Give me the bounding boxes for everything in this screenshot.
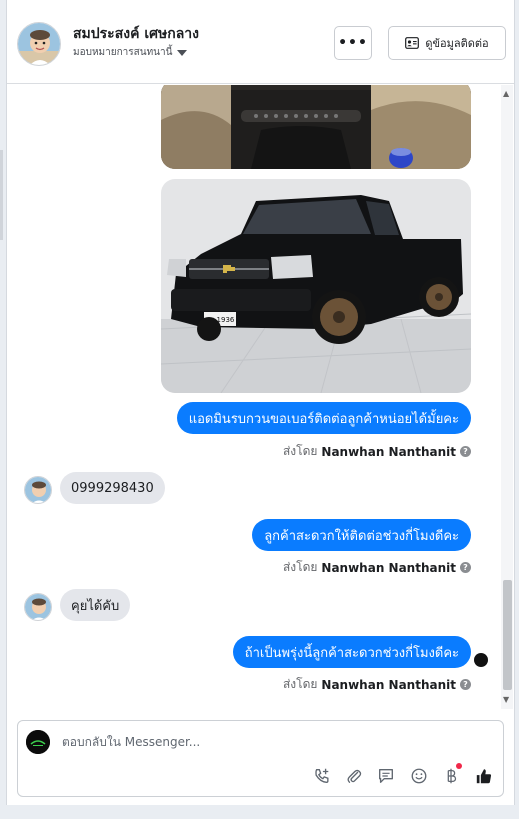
view-contact-info-button[interactable]: ดูข้อมูลติดต่อ: [388, 26, 506, 60]
incoming-message[interactable]: 0999298430: [60, 472, 165, 504]
thread-scrollbar[interactable]: ▲ ▼: [501, 85, 513, 709]
saved-reply-icon[interactable]: [375, 765, 397, 787]
view-contact-info-label: ดูข้อมูลติดต่อ: [425, 37, 489, 50]
scroll-up-arrow-icon[interactable]: ▲: [503, 89, 509, 98]
info-icon[interactable]: ?: [460, 446, 471, 457]
sent-by-prefix: ส่งโดย: [282, 444, 318, 458]
page-avatar: [26, 730, 50, 754]
baht-icon[interactable]: [440, 763, 462, 787]
contact-card-icon: [405, 37, 420, 49]
info-icon[interactable]: ?: [460, 679, 471, 690]
car-interior-photo[interactable]: [161, 85, 471, 169]
messenger-window: สมประสงค์ เศษกลาง มอบหมายการสนทนานี้ •••…: [0, 0, 519, 819]
sent-by-prefix: ส่งโดย: [282, 560, 318, 574]
outgoing-message[interactable]: แอดมินรบกวนขอเบอร์ติดต่อลูกค้าหน่อยได้มั…: [176, 402, 471, 434]
sent-by-prefix: ส่งโดย: [282, 677, 318, 691]
more-options-button[interactable]: •••: [334, 26, 372, 60]
contact-message-avatar[interactable]: [24, 593, 52, 621]
left-scroll-indicator: [0, 150, 3, 240]
scroll-down-arrow-icon[interactable]: ▼: [503, 695, 509, 704]
assign-label: มอบหมายการสนทนานี้: [73, 47, 173, 58]
outgoing-message[interactable]: ลูกค้าสะดวกให้ติดต่อช่วงกี่โมงดีคะ: [252, 519, 471, 551]
outgoing-message[interactable]: ถ้าเป็นพรุ่งนี้ลูกค้าสะดวกช่วงกี่โมงดีคะ: [232, 636, 471, 668]
conversation-header: สมประสงค์ เศษกลาง มอบหมายการสนทนานี้ •••…: [7, 0, 514, 84]
attachment-icon[interactable]: [343, 765, 365, 787]
emoji-icon[interactable]: [408, 765, 430, 787]
message-thread: ผพ 1936 แอดมินรบกวนขอเบอร์ติดต่อลูกค้าหน…: [7, 85, 502, 709]
scrollbar-thumb[interactable]: [503, 580, 512, 690]
sent-by-label: ส่งโดย Nanwhan Nanthanit ?: [283, 558, 471, 577]
like-icon[interactable]: [473, 765, 495, 787]
sender-name[interactable]: Nanwhan Nanthanit: [321, 445, 456, 459]
contact-avatar[interactable]: [17, 22, 61, 66]
contact-message-avatar[interactable]: [24, 476, 52, 504]
incoming-message[interactable]: คุยได้คับ: [60, 589, 131, 621]
sender-name[interactable]: Nanwhan Nanthanit: [321, 678, 456, 692]
sent-by-label: ส่งโดย Nanwhan Nanthanit ?: [283, 442, 471, 461]
info-icon[interactable]: ?: [460, 562, 471, 573]
sent-by-label: ส่งโดย Nanwhan Nanthanit ?: [283, 675, 471, 694]
phone-add-icon[interactable]: [311, 765, 333, 787]
contact-name[interactable]: สมประสงค์ เศษกลาง: [73, 23, 199, 45]
assign-conversation-dropdown[interactable]: มอบหมายการสนทนานี้: [73, 45, 188, 60]
conversation-panel: สมประสงค์ เศษกลาง มอบหมายการสนทนานี้ •••…: [6, 0, 515, 805]
seen-by-page-avatar: [474, 653, 488, 667]
pickup-truck-photo[interactable]: ผพ 1936: [161, 179, 471, 393]
message-composer: [17, 720, 504, 797]
caret-down-icon: [177, 49, 188, 56]
reply-input[interactable]: [62, 735, 482, 749]
notification-dot: [456, 763, 462, 769]
sender-name[interactable]: Nanwhan Nanthanit: [321, 561, 456, 575]
